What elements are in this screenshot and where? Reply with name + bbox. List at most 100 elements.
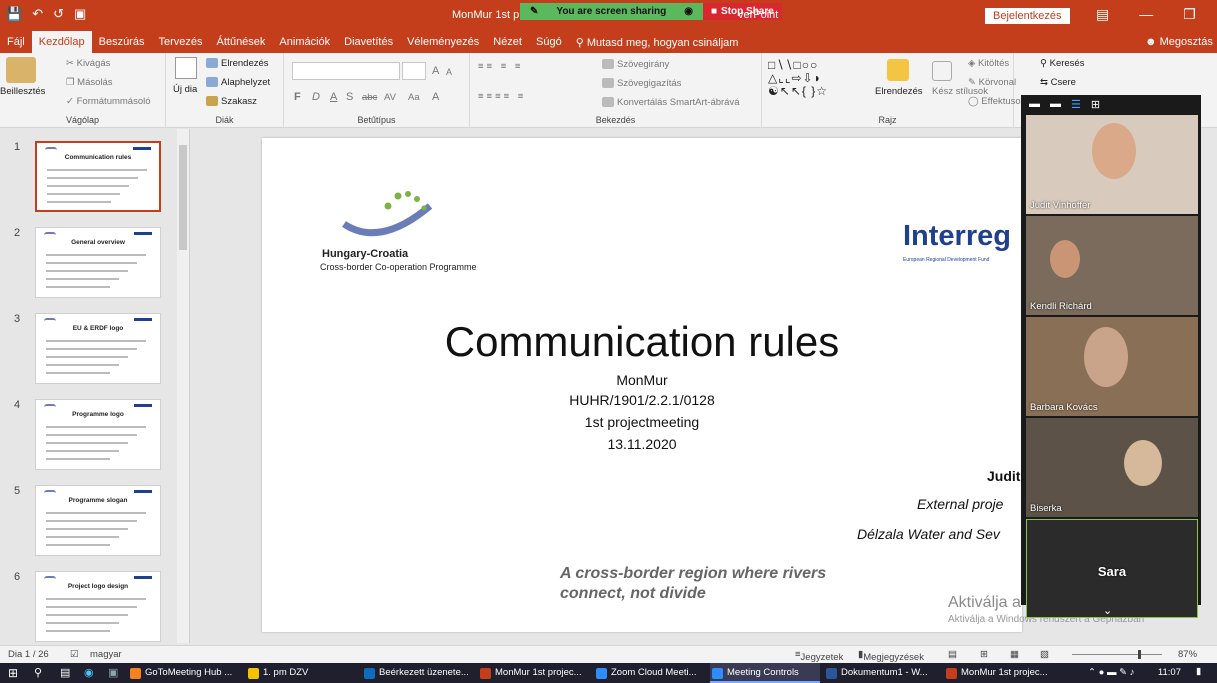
taskbar-item[interactable]: GoToMeeting Hub ...: [128, 663, 246, 683]
shadow-button[interactable]: S: [346, 91, 353, 103]
copy-button[interactable]: ❐ Másolás: [66, 77, 113, 88]
thumbnails-scrollbar[interactable]: [177, 129, 189, 643]
reading-view-icon[interactable]: ▦: [1010, 649, 1019, 660]
shape-outline-button[interactable]: ✎ Körvonal: [968, 77, 1016, 88]
tab-7[interactable]: Véleményezés: [400, 31, 486, 53]
calculator-icon[interactable]: ▤: [60, 666, 70, 679]
browser-icon[interactable]: ◉: [84, 666, 94, 679]
tell-me-search[interactable]: ⚲ Mutasd meg, hogyan csináljam: [569, 36, 746, 49]
participant-video-tile[interactable]: Kendli Richárd: [1026, 216, 1198, 315]
shape-effects-button[interactable]: ◯ Effektusok: [968, 96, 1025, 107]
paste-icon[interactable]: [6, 57, 36, 83]
slide-canvas[interactable]: Hungary-Croatia Cross-border Co-operatio…: [262, 138, 1022, 632]
language-indicator[interactable]: magyar: [90, 649, 122, 660]
normal-view-icon[interactable]: ▤: [948, 649, 957, 660]
grow-font-button[interactable]: A: [432, 65, 439, 77]
slide-thumbnail[interactable]: EU & ERDF logo: [35, 313, 161, 384]
zoom-slider[interactable]: [1072, 654, 1162, 655]
font-name-select[interactable]: [292, 62, 400, 80]
arrange-button[interactable]: Elrendezés: [875, 86, 923, 97]
spellcheck-icon[interactable]: ☑: [70, 649, 79, 660]
windows-start-icon[interactable]: ⊞: [8, 666, 18, 680]
minimize-icon[interactable]: —: [1139, 6, 1153, 23]
minimize-icon[interactable]: ▬: [1029, 98, 1040, 110]
tab-6[interactable]: Diavetítés: [337, 31, 400, 53]
new-slide-button[interactable]: Új dia: [173, 84, 197, 95]
shape-fill-button[interactable]: ◈ Kitöltés: [968, 58, 1009, 69]
underline-button[interactable]: A: [330, 91, 337, 103]
taskbar-item[interactable]: MonMur 1st projec...: [478, 663, 590, 683]
tray-icons[interactable]: ⌃ ● ▬ ✎ ♪: [1088, 667, 1134, 678]
strikethrough-button[interactable]: abc: [362, 92, 377, 103]
participant-video-tile[interactable]: Biserka: [1026, 418, 1198, 517]
quick-styles-icon[interactable]: [932, 61, 952, 81]
arrange-icon[interactable]: [887, 59, 909, 81]
align-text-button[interactable]: Szövegigazítás: [602, 78, 681, 89]
sign-in-button[interactable]: Bejelentkezés: [985, 8, 1070, 24]
tab-4[interactable]: Áttűnések: [210, 31, 273, 53]
tab-3[interactable]: Tervezés: [151, 31, 209, 53]
list-buttons[interactable]: ≡≡ ≡ ≡: [478, 61, 523, 72]
present-icon[interactable]: ▣: [74, 6, 86, 22]
tab-0[interactable]: Fájl: [0, 31, 32, 53]
tab-8[interactable]: Nézet: [486, 31, 529, 53]
font-size-select[interactable]: [402, 62, 426, 80]
find-button[interactable]: ⚲ Keresés: [1040, 58, 1084, 69]
align-buttons[interactable]: ≡≡≡≡ ≡: [478, 91, 526, 102]
notes-button[interactable]: ≡ Jegyzetek: [795, 649, 843, 663]
taskbar-item[interactable]: Dokumentum1 - W...: [824, 663, 942, 683]
undo-icon[interactable]: ↶: [32, 6, 43, 22]
participant-video-tile[interactable]: Judit Vinhoffer: [1026, 115, 1198, 214]
scrollbar-thumb[interactable]: [179, 145, 187, 250]
taskbar-item[interactable]: Meeting Controls: [710, 663, 820, 683]
strip-icon[interactable]: ☰: [1071, 98, 1081, 111]
shapes-gallery[interactable]: □∖∖□○○ △⌞⌞⇨⇩◗ ☯↖↖{ }☆: [768, 59, 828, 98]
grid-icon[interactable]: ⊞: [1091, 98, 1100, 111]
participant-video-tile[interactable]: Barbara Kovács: [1026, 317, 1198, 416]
sorter-view-icon[interactable]: ⊞: [980, 649, 988, 660]
smartart-button[interactable]: Konvertálás SmartArt-ábrává: [602, 97, 740, 108]
tab-1[interactable]: Kezdőlap: [31, 31, 92, 53]
slide-thumbnail[interactable]: Project logo design: [35, 571, 161, 642]
taskbar-item[interactable]: Zoom Cloud Meeti...: [594, 663, 706, 683]
cut-button[interactable]: ✂ Kivágás: [66, 58, 110, 69]
save-icon[interactable]: 💾: [6, 6, 22, 22]
chevron-down-icon[interactable]: ⌄: [1103, 604, 1112, 617]
redo-icon[interactable]: ↺: [53, 6, 64, 22]
ribbon-display-icon[interactable]: ▤: [1096, 6, 1109, 23]
bold-button[interactable]: F: [294, 91, 301, 103]
slideshow-view-icon[interactable]: ▧: [1040, 649, 1049, 660]
change-case-button[interactable]: Aa: [408, 92, 420, 103]
paste-button[interactable]: Beillesztés: [0, 86, 45, 97]
italic-button[interactable]: D: [312, 91, 320, 103]
task-view-icon[interactable]: ▣: [108, 666, 118, 679]
tab-2[interactable]: Beszúrás: [92, 31, 152, 53]
tab-5[interactable]: Animációk: [272, 31, 337, 53]
comments-button[interactable]: ▮ Megjegyzések: [858, 649, 924, 663]
format-painter-button[interactable]: ✓ Formátummásoló: [66, 96, 151, 107]
slide-thumbnail[interactable]: Communication rules: [35, 141, 161, 212]
font-color-button[interactable]: A: [432, 91, 439, 103]
slide-thumbnail[interactable]: Programme logo: [35, 399, 161, 470]
search-icon[interactable]: ⚲: [34, 666, 42, 679]
section-button[interactable]: Szakasz: [206, 96, 257, 107]
reset-button[interactable]: Alaphelyzet: [206, 77, 270, 88]
share-button[interactable]: ☻ Megosztás: [1145, 36, 1213, 48]
notifications-icon[interactable]: ▮: [1196, 666, 1201, 677]
new-slide-icon[interactable]: [175, 57, 197, 79]
text-direction-button[interactable]: Szövegirány: [602, 59, 669, 70]
zoom-level[interactable]: 87%: [1178, 649, 1197, 660]
char-spacing-button[interactable]: AV: [384, 92, 396, 103]
stack-icon[interactable]: ▬: [1050, 98, 1061, 110]
slide-thumbnail[interactable]: General overview: [35, 227, 161, 298]
layout-button[interactable]: Elrendezés: [206, 58, 269, 69]
tab-9[interactable]: Súgó: [529, 31, 569, 53]
shrink-font-button[interactable]: A: [446, 67, 452, 77]
taskbar-item[interactable]: MonMur 1st projec...: [944, 663, 1064, 683]
zoom-slider-thumb[interactable]: [1138, 650, 1141, 659]
taskbar-item[interactable]: Beérkezett üzenete...: [362, 663, 474, 683]
replace-button[interactable]: ⇆ Csere: [1040, 77, 1076, 88]
taskbar-item[interactable]: 1. pm DZV: [246, 663, 346, 683]
restore-icon[interactable]: ❐: [1183, 6, 1196, 23]
slide-thumbnail[interactable]: Programme slogan: [35, 485, 161, 556]
